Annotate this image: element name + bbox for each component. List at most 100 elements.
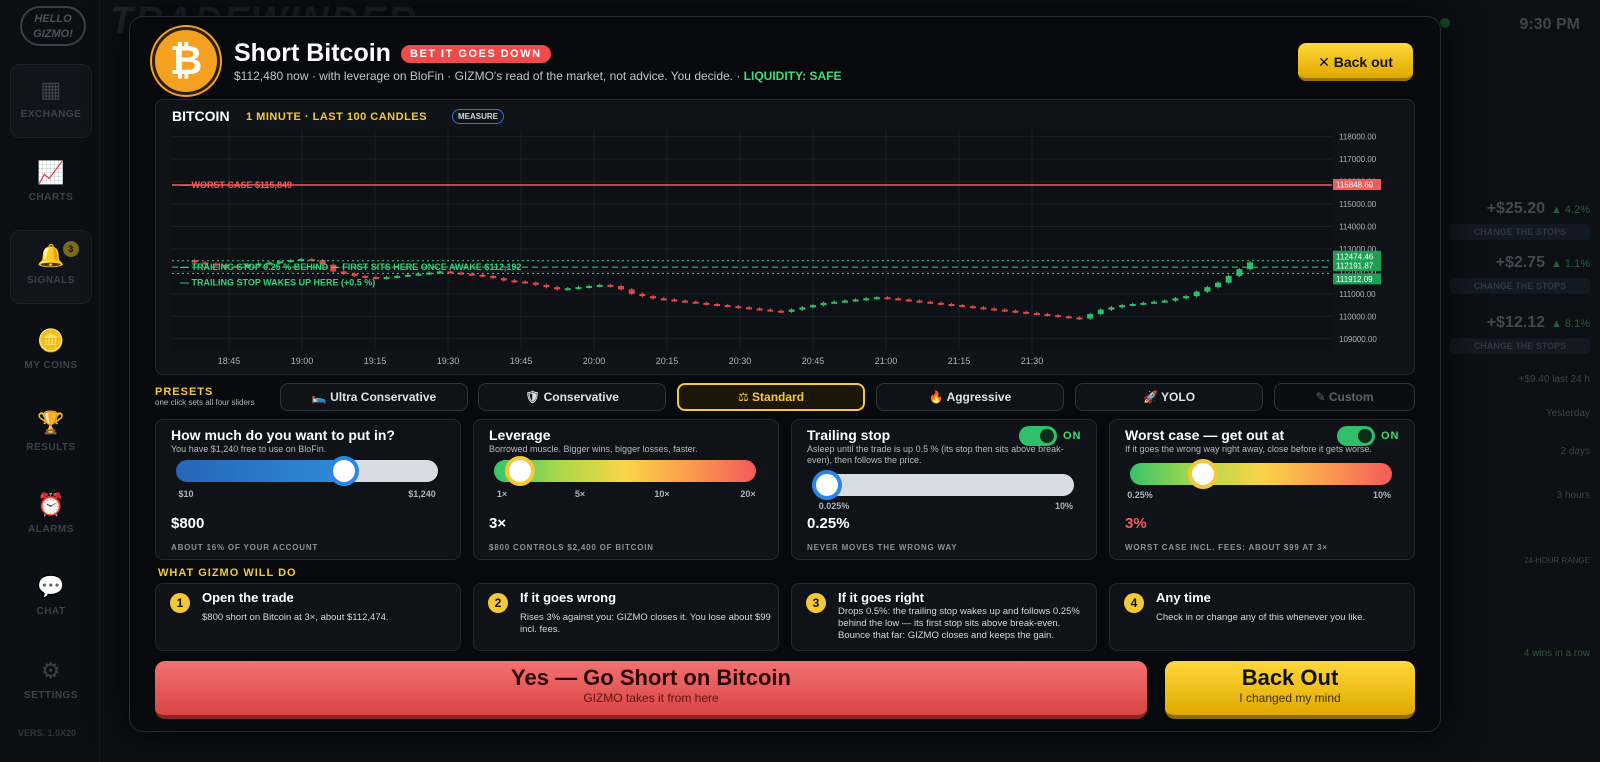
- liquidity-status: LIQUIDITY: SAFE: [743, 69, 842, 83]
- candle-body: [415, 273, 422, 276]
- nav-signals[interactable]: 🔔 3 SIGNALS: [10, 230, 92, 304]
- trailing-stop-slider[interactable]: [812, 470, 1074, 500]
- candle-body: [575, 287, 582, 290]
- candle-body: [873, 297, 880, 300]
- nav-alarms[interactable]: ⏰ ALARMS: [10, 480, 92, 554]
- worst-sub: If it goes the wrong way right away, clo…: [1125, 444, 1372, 454]
- back-out-label: Back out: [1333, 54, 1393, 70]
- preset-custom[interactable]: ✎ Custom: [1274, 383, 1415, 411]
- candle-body: [479, 274, 486, 277]
- candle-body: [777, 310, 784, 313]
- trailing-slider-knob[interactable]: [812, 470, 842, 500]
- candle-body: [1044, 314, 1051, 317]
- nav-exchange[interactable]: ▦ EXCHANGE: [10, 64, 92, 138]
- measure-button[interactable]: MEASURE: [452, 109, 505, 124]
- worst-case-slider[interactable]: [1130, 459, 1392, 489]
- go-short-button[interactable]: Yes — Go Short on Bitcoin GIZMO takes it …: [155, 661, 1147, 719]
- candle-body: [980, 307, 987, 310]
- exchange-icon: ▦: [40, 77, 62, 102]
- rocket-icon: 🚀: [1142, 390, 1158, 404]
- presets-label: PRESETS: [155, 386, 214, 398]
- candle-body: [788, 309, 795, 312]
- leverage-sub: Borrowed muscle. Bigger wins, bigger los…: [489, 444, 698, 454]
- preset-conservative[interactable]: 🛡 Conservative: [478, 383, 666, 411]
- preset-aggressive[interactable]: 🔥 Aggressive: [876, 383, 1064, 411]
- candlestick-chart[interactable]: 118000.00117000.00116000.00115000.001140…: [156, 100, 1416, 376]
- candle-body: [671, 299, 678, 302]
- x-tick-label: 19:30: [437, 356, 460, 366]
- back-out-top-button[interactable]: ✕ Back out: [1298, 43, 1413, 81]
- bitcoin-icon: ₿: [152, 27, 220, 95]
- plot-area: [172, 130, 1332, 350]
- preset-ultra-conservative[interactable]: 🛌 Ultra Conservative: [280, 383, 468, 411]
- preset-label: YOLO: [1161, 390, 1196, 404]
- worst-toggle-label: ON: [1381, 430, 1400, 442]
- nav-chat[interactable]: 💬 CHAT: [10, 562, 92, 636]
- x-tick-label: 21:30: [1021, 356, 1044, 366]
- tick-min: 0.25%: [1127, 490, 1153, 500]
- candle-body: [1151, 301, 1158, 304]
- direction-badge: BET IT GOES DOWN: [401, 45, 551, 63]
- position-row: +$12.12 ▲ 8.1% CHANGE THE STOPS: [1450, 314, 1590, 354]
- candle-body: [905, 299, 912, 302]
- candle-body: [1012, 310, 1019, 313]
- go-short-sub: GIZMO takes it from here: [583, 691, 719, 705]
- candle-body: [1119, 305, 1126, 308]
- preset-label: Aggressive: [946, 390, 1012, 404]
- step-text: Rises 3% against you: GIZMO closes it. Y…: [520, 612, 771, 635]
- candle-body: [308, 259, 315, 262]
- preset-yolo[interactable]: 🚀 YOLO: [1075, 383, 1263, 411]
- close-icon: ✕: [1318, 54, 1334, 70]
- candle-body: [351, 273, 358, 276]
- candle-body: [1236, 269, 1243, 276]
- chart-timeframe: 1 MINUTE · LAST 100 CANDLES: [246, 111, 427, 123]
- back-out-label: Back Out: [1241, 665, 1339, 690]
- y-tick-label: 110000.00: [1339, 312, 1377, 321]
- nav-label: SIGNALS: [27, 275, 75, 286]
- change-stops-button[interactable]: CHANGE THE STOPS: [1450, 338, 1590, 354]
- scale-icon: ⚖: [737, 390, 749, 404]
- candle-body: [895, 298, 902, 301]
- change-stops-button[interactable]: CHANGE THE STOPS: [1450, 278, 1590, 294]
- nav-my-coins[interactable]: 🪙 MY COINS: [10, 316, 92, 390]
- leverage-slider[interactable]: [494, 456, 756, 486]
- coins-icon: 🪙: [37, 328, 65, 353]
- leverage-slider-knob[interactable]: [505, 456, 536, 486]
- candle-body: [1055, 315, 1062, 318]
- worst-slider-knob[interactable]: [1188, 459, 1219, 489]
- x-tick-label: 18:45: [218, 356, 241, 366]
- nav-charts[interactable]: 📈 CHARTS: [10, 148, 92, 222]
- trailing-foot: NEVER MOVES THE WRONG WAY: [807, 543, 958, 552]
- position-value: +$12.12: [1486, 314, 1545, 331]
- candle-body: [564, 288, 571, 291]
- candle-body: [1215, 282, 1222, 288]
- worst-case-toggle[interactable]: [1337, 426, 1375, 446]
- level-label: — WORST CASE $115,849: [180, 180, 292, 190]
- position-pct: ▲ 1.1%: [1550, 258, 1590, 270]
- preset-standard[interactable]: ⚖ Standard: [677, 383, 865, 411]
- candle-body: [394, 275, 401, 278]
- y-tick-label: 118000.00: [1339, 133, 1377, 142]
- change-stops-button[interactable]: CHANGE THE STOPS: [1450, 224, 1590, 240]
- leverage-value: 3×: [489, 515, 507, 532]
- nav-settings[interactable]: ⚙ SETTINGS: [10, 646, 92, 720]
- candle-body: [532, 282, 539, 285]
- trailing-stop-card: Trailing stop ON Asleep until the trade …: [791, 419, 1097, 560]
- nav-results[interactable]: 🏆 RESULTS: [10, 398, 92, 472]
- preset-label: Ultra Conservative: [330, 390, 437, 404]
- candle-body: [1172, 298, 1179, 301]
- candle-body: [1129, 303, 1136, 306]
- step-card: 1 Open the trade $800 short on Bitcoin at …: [155, 583, 461, 651]
- amount-slider-knob[interactable]: [328, 456, 359, 486]
- candle-body: [628, 289, 635, 294]
- amount-slider[interactable]: [176, 456, 438, 486]
- candle-body: [799, 307, 806, 310]
- x-tick-label: 21:00: [875, 356, 898, 366]
- nav-label: RESULTS: [26, 442, 76, 453]
- preset-label: Custom: [1328, 390, 1374, 404]
- bg-streak: 4 wins in a row: [1523, 648, 1590, 659]
- back-out-button[interactable]: Back Out I changed my mind: [1165, 661, 1415, 719]
- tick: 10×: [654, 489, 670, 499]
- trailing-stop-toggle[interactable]: [1019, 426, 1057, 446]
- bg-summary: +$9.40 last 24 h: [1518, 374, 1590, 385]
